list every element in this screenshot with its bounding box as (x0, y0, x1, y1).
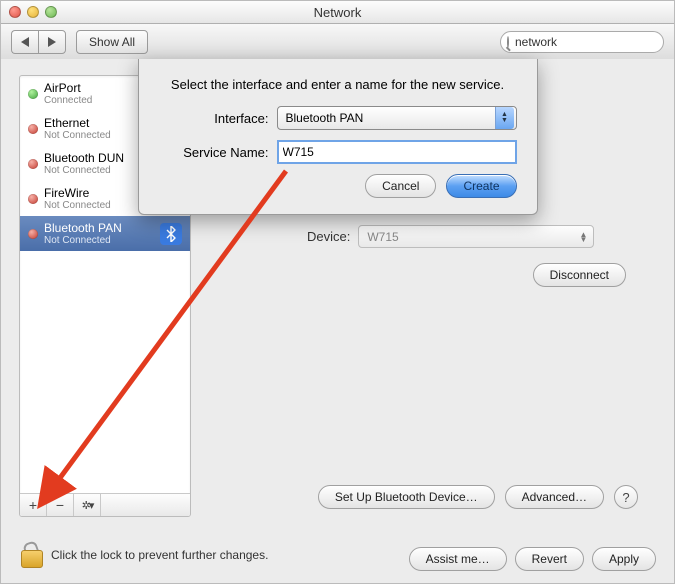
status-dot-icon (28, 229, 38, 239)
add-service-button[interactable]: + (20, 494, 47, 516)
sheet-message: Select the interface and enter a name fo… (159, 77, 517, 92)
sheet-buttons: Cancel Create (159, 174, 517, 198)
close-window-button[interactable] (9, 6, 21, 18)
status-dot-icon (28, 194, 38, 204)
service-name-label: Service Name: (159, 145, 269, 160)
remove-service-button[interactable]: − (47, 494, 74, 516)
advanced-button[interactable]: Advanced… (505, 485, 604, 509)
lock-text: Click the lock to prevent further change… (51, 548, 268, 562)
disconnect-button[interactable]: Disconnect (533, 263, 626, 287)
select-arrows-icon: ▲▼ (495, 107, 514, 129)
device-value: W715 (367, 230, 398, 244)
zoom-window-button[interactable] (45, 6, 57, 18)
back-button[interactable] (11, 30, 38, 54)
apply-button[interactable]: Apply (592, 547, 656, 571)
minimize-window-button[interactable] (27, 6, 39, 18)
device-label: Device: (307, 229, 350, 244)
lock-row: Click the lock to prevent further change… (21, 542, 268, 568)
setup-bluetooth-button[interactable]: Set Up Bluetooth Device… (318, 485, 495, 509)
status-dot-icon (28, 159, 38, 169)
assist-me-button[interactable]: Assist me… (409, 547, 507, 571)
service-name-row: Service Name: (159, 140, 517, 164)
bluetooth-icon (160, 223, 182, 245)
detail-bottom-row: Set Up Bluetooth Device… Advanced… ? (318, 485, 638, 509)
service-status: Not Connected (44, 235, 154, 246)
lock-icon[interactable] (21, 542, 43, 568)
search-icon (507, 36, 509, 48)
show-all-button[interactable]: Show All (76, 30, 148, 54)
service-item-bluetooth-pan[interactable]: Bluetooth PAN Not Connected (20, 216, 190, 251)
sidebar-footer: + − ✲▾ (20, 493, 190, 516)
interface-label: Interface: (159, 111, 269, 126)
device-select[interactable]: W715 ▲▼ (358, 225, 594, 248)
titlebar: Network (1, 1, 674, 24)
status-dot-icon (28, 89, 38, 99)
window-title: Network (1, 5, 674, 20)
interface-select[interactable]: Bluetooth PAN ▲▼ (277, 106, 517, 130)
select-arrows-icon: ▲▼ (579, 232, 587, 242)
cancel-button[interactable]: Cancel (365, 174, 436, 198)
revert-button[interactable]: Revert (515, 547, 584, 571)
service-name: FireWire (44, 186, 152, 200)
nav-button-group (11, 30, 66, 54)
service-name-input[interactable] (277, 140, 517, 164)
forward-button[interactable] (38, 30, 66, 54)
network-prefpane-window: Network Show All ✕ (0, 0, 675, 584)
action-row: Assist me… Revert Apply (409, 547, 656, 571)
service-status: Not Connected (44, 200, 152, 211)
interface-row: Interface: Bluetooth PAN ▲▼ (159, 106, 517, 130)
search-field[interactable]: ✕ (500, 31, 664, 53)
service-name: Bluetooth PAN (44, 221, 154, 235)
new-service-sheet: Select the interface and enter a name fo… (138, 59, 538, 215)
toolbar: Show All ✕ (1, 24, 674, 61)
status-dot-icon (28, 124, 38, 134)
window-controls (9, 6, 57, 18)
help-button[interactable]: ? (614, 485, 638, 509)
device-row: Device: W715 ▲▼ (307, 225, 594, 248)
interface-value: Bluetooth PAN (286, 111, 364, 125)
search-input[interactable] (513, 34, 672, 50)
service-actions-menu[interactable]: ✲▾ (74, 494, 101, 516)
create-button[interactable]: Create (446, 174, 516, 198)
